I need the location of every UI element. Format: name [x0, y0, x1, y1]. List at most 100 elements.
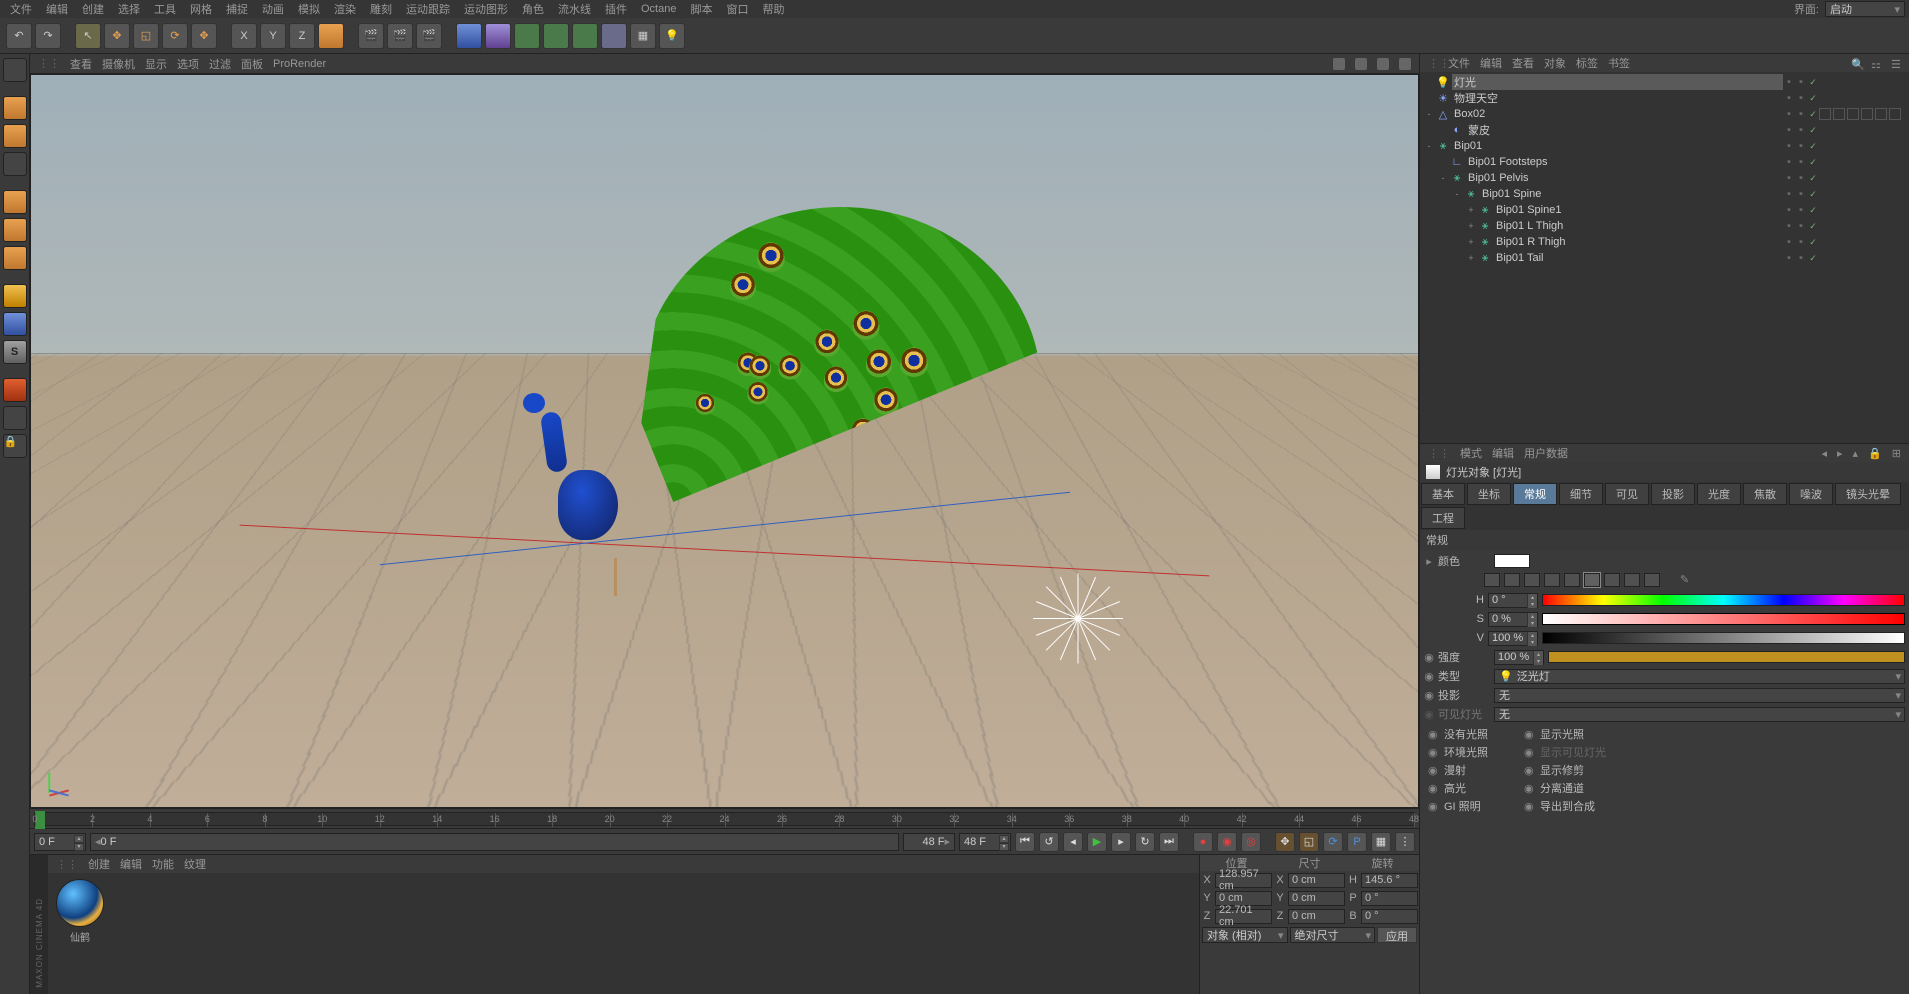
- om-view[interactable]: 查看: [1512, 55, 1534, 71]
- attr-tab[interactable]: 噪波: [1789, 483, 1833, 505]
- end-range-field[interactable]: 48 F ▸: [903, 833, 955, 851]
- coord-mode2-dropdown[interactable]: 绝对尺寸: [1290, 927, 1376, 943]
- view-nav-icon-3[interactable]: [1377, 58, 1389, 70]
- array-button[interactable]: [543, 23, 569, 49]
- menu-file[interactable]: 文件: [4, 1, 38, 17]
- attr-tab[interactable]: 焦散: [1743, 483, 1787, 505]
- tree-row[interactable]: + ⚹ Bip01 Tail ▪ ▪ ✓: [1420, 250, 1909, 266]
- expand-icon[interactable]: -: [1438, 173, 1448, 183]
- key-options-button[interactable]: ⋮: [1395, 832, 1415, 852]
- view-panel[interactable]: 面板: [241, 56, 263, 72]
- am-new-icon[interactable]: ⊞: [1892, 447, 1901, 460]
- tag-icon[interactable]: [1819, 108, 1831, 120]
- layer-icon[interactable]: ▪: [1783, 172, 1795, 184]
- rot-field[interactable]: 145.6 °: [1361, 873, 1418, 888]
- view-camera[interactable]: 摄像机: [102, 56, 135, 72]
- model-mode-button[interactable]: [3, 96, 27, 120]
- camera-button[interactable]: ▦: [630, 23, 656, 49]
- tree-row[interactable]: - ⚹ Bip01 ▪ ▪ ✓: [1420, 138, 1909, 154]
- shadow-dropdown[interactable]: 无: [1494, 688, 1905, 703]
- light-button[interactable]: 💡: [659, 23, 685, 49]
- color-image-icon[interactable]: [1544, 573, 1560, 587]
- key-rot-button[interactable]: ⟳: [1323, 832, 1343, 852]
- play-button[interactable]: ▶: [1087, 832, 1107, 852]
- vis-editor-icon[interactable]: ▪: [1795, 92, 1807, 104]
- v-slider[interactable]: [1542, 632, 1905, 644]
- coord-apply-button[interactable]: 应用: [1377, 927, 1417, 943]
- menu-render[interactable]: 渲染: [328, 1, 362, 17]
- vis-editor-icon[interactable]: ▪: [1795, 220, 1807, 232]
- tree-row[interactable]: + ⚹ Bip01 R Thigh ▪ ▪ ✓: [1420, 234, 1909, 250]
- render-region-button[interactable]: 🎬: [387, 23, 413, 49]
- attr-tab[interactable]: 常规: [1513, 483, 1557, 505]
- attr-tab[interactable]: 光度: [1697, 483, 1741, 505]
- view-nav-icon-1[interactable]: [1333, 58, 1345, 70]
- layer-icon[interactable]: ▪: [1783, 156, 1795, 168]
- layout-dropdown[interactable]: 启动: [1825, 1, 1905, 17]
- menu-sculpt[interactable]: 雕刻: [364, 1, 398, 17]
- om-tags[interactable]: 标签: [1576, 55, 1598, 71]
- enable-icon[interactable]: ✓: [1807, 189, 1819, 200]
- scale-tool[interactable]: ◱: [133, 23, 159, 49]
- color-swatches-icon[interactable]: [1564, 573, 1580, 587]
- environment-button[interactable]: [601, 23, 627, 49]
- light-gizmo[interactable]: [988, 573, 1078, 663]
- menu-script[interactable]: 脚本: [684, 1, 718, 17]
- vis-editor-icon[interactable]: ▪: [1795, 76, 1807, 88]
- menu-char[interactable]: 角色: [516, 1, 550, 17]
- size-field[interactable]: 0 cm: [1288, 891, 1345, 906]
- coord-system-button[interactable]: [318, 23, 344, 49]
- menu-plugin[interactable]: 插件: [599, 1, 633, 17]
- om-menu-icon[interactable]: ☰: [1891, 58, 1901, 68]
- attr-tab[interactable]: 投影: [1651, 483, 1695, 505]
- layer-icon[interactable]: ▪: [1783, 204, 1795, 216]
- viewport[interactable]: [30, 74, 1419, 808]
- view-filter[interactable]: 过滤: [209, 56, 231, 72]
- deformer-button[interactable]: [572, 23, 598, 49]
- am-edit[interactable]: 编辑: [1492, 445, 1514, 461]
- enable-icon[interactable]: ✓: [1807, 205, 1819, 216]
- viewport-solo-button[interactable]: [3, 406, 27, 430]
- enable-icon[interactable]: ✓: [1807, 173, 1819, 184]
- layer-icon[interactable]: ▪: [1783, 236, 1795, 248]
- workplane-button[interactable]: [3, 152, 27, 176]
- view-prorender[interactable]: ProRender: [273, 58, 326, 70]
- poly-mode-button[interactable]: [3, 246, 27, 270]
- tag-icon[interactable]: [1875, 108, 1887, 120]
- key-scale-button[interactable]: ◱: [1299, 832, 1319, 852]
- prev-frame-button[interactable]: ◂: [1063, 832, 1083, 852]
- tree-row[interactable]: + ⚹ Bip01 Spine1 ▪ ▪ ✓: [1420, 202, 1909, 218]
- mat-func[interactable]: 功能: [152, 856, 174, 872]
- key-param-button[interactable]: P: [1347, 832, 1367, 852]
- goto-start-button[interactable]: ⏮: [1015, 832, 1035, 852]
- menu-pipeline[interactable]: 流水线: [552, 1, 597, 17]
- goto-prevkey-button[interactable]: ↺: [1039, 832, 1059, 852]
- am-lock-icon[interactable]: 🔒: [1868, 447, 1882, 460]
- tree-row[interactable]: + ⚹ Bip01 L Thigh ▪ ▪ ✓: [1420, 218, 1909, 234]
- record-button[interactable]: ●: [1193, 832, 1213, 852]
- enable-icon[interactable]: ✓: [1807, 77, 1819, 88]
- enable-icon[interactable]: ✓: [1807, 93, 1819, 104]
- type-dropdown[interactable]: 💡泛光灯: [1494, 669, 1905, 684]
- expand-icon[interactable]: -: [1424, 109, 1434, 119]
- view-nav-icon-4[interactable]: [1399, 58, 1411, 70]
- expand-icon[interactable]: +: [1466, 221, 1476, 231]
- attr-tab[interactable]: 坐标: [1467, 483, 1511, 505]
- menu-anim[interactable]: 动画: [256, 1, 290, 17]
- pos-field[interactable]: 22.701 cm: [1215, 909, 1272, 924]
- edge-mode-button[interactable]: [3, 218, 27, 242]
- intensity-slider[interactable]: [1548, 651, 1905, 663]
- rotate-tool[interactable]: ⟳: [162, 23, 188, 49]
- attr-tab[interactable]: 细节: [1559, 483, 1603, 505]
- coord-mode1-dropdown[interactable]: 对象 (相对): [1202, 927, 1288, 943]
- layer-icon[interactable]: ▪: [1783, 140, 1795, 152]
- vis-editor-icon[interactable]: ▪: [1795, 236, 1807, 248]
- pen-tool-button[interactable]: [485, 23, 511, 49]
- goto-end-button[interactable]: ⏭: [1159, 832, 1179, 852]
- layer-icon[interactable]: ▪: [1783, 188, 1795, 200]
- vis-editor-icon[interactable]: ▪: [1795, 156, 1807, 168]
- layer-icon[interactable]: ▪: [1783, 220, 1795, 232]
- vis-editor-icon[interactable]: ▪: [1795, 124, 1807, 136]
- am-up-icon[interactable]: ▴: [1853, 447, 1859, 460]
- enable-icon[interactable]: ✓: [1807, 157, 1819, 168]
